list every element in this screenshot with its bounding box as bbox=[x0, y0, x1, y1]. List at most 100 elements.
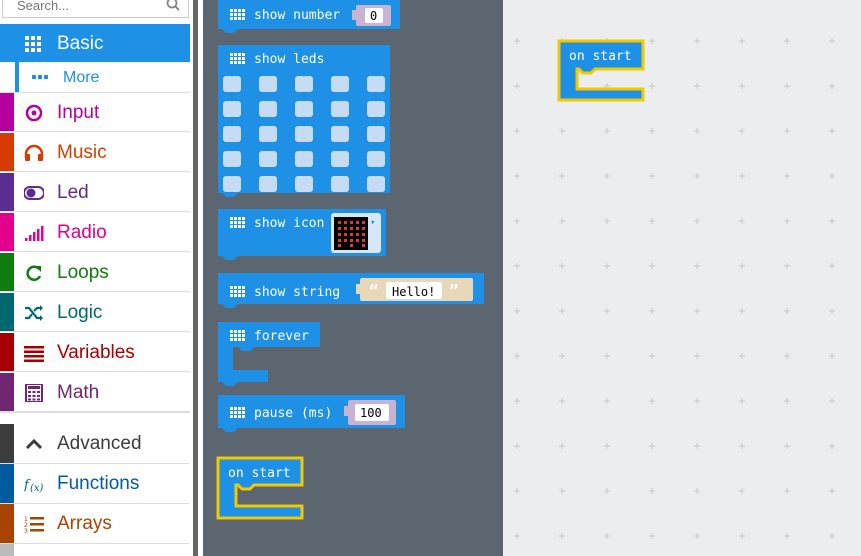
category-variables[interactable]: Variables bbox=[0, 333, 190, 372]
led-cell[interactable] bbox=[295, 101, 313, 117]
category-label: Input bbox=[57, 102, 100, 123]
led-cell[interactable] bbox=[295, 76, 313, 92]
category-label: Music bbox=[57, 142, 107, 163]
number-value[interactable]: 0 bbox=[370, 9, 377, 23]
show-leds-block[interactable]: show leds bbox=[218, 45, 390, 197]
category-radio[interactable]: Radio bbox=[0, 213, 190, 252]
led-cell[interactable] bbox=[295, 176, 313, 192]
category-math[interactable]: Math bbox=[0, 373, 190, 412]
on-start-block[interactable]: on start bbox=[557, 39, 645, 102]
category-input[interactable]: Input bbox=[0, 93, 190, 132]
led-cell[interactable] bbox=[367, 76, 385, 92]
led-cell[interactable] bbox=[259, 101, 277, 117]
ellipsis-icon bbox=[32, 75, 48, 79]
category-label: Radio bbox=[57, 222, 107, 243]
grid-icon bbox=[25, 36, 41, 52]
shuffle-icon bbox=[25, 305, 43, 321]
category-logic[interactable]: Logic bbox=[0, 293, 190, 332]
led-cell[interactable] bbox=[331, 101, 349, 117]
led-cell[interactable] bbox=[259, 126, 277, 142]
refresh-icon bbox=[26, 265, 42, 281]
calculator-icon bbox=[25, 384, 43, 402]
category-label: Led bbox=[57, 182, 89, 203]
category-label: Logic bbox=[57, 302, 103, 323]
category-label: Basic bbox=[57, 33, 104, 54]
show-number-block[interactable]: show number 0 bbox=[218, 0, 400, 33]
category-color-bar bbox=[0, 424, 14, 463]
chevron-up-icon bbox=[25, 438, 43, 450]
led-cell[interactable] bbox=[367, 176, 385, 192]
on-start-block[interactable]: on start bbox=[216, 456, 304, 520]
led-cell[interactable] bbox=[223, 76, 241, 92]
search-box[interactable] bbox=[2, 0, 189, 18]
block-label: show icon bbox=[254, 216, 324, 231]
headphones-icon bbox=[24, 144, 44, 161]
led-cell[interactable] bbox=[223, 151, 241, 167]
category-label: Functions bbox=[57, 473, 140, 494]
category-color-bar bbox=[0, 93, 14, 131]
led-cell[interactable] bbox=[223, 176, 241, 192]
category-next[interactable] bbox=[0, 544, 190, 556]
category-arrays[interactable]: 123 Arrays bbox=[0, 504, 190, 544]
svg-text:3: 3 bbox=[24, 528, 28, 533]
led-cell[interactable] bbox=[367, 101, 385, 117]
category-label: More bbox=[63, 69, 100, 86]
toolbox: Basic More Input Music Led Radio Loops L bbox=[0, 0, 191, 556]
toolbox-scrollbar[interactable] bbox=[191, 0, 203, 556]
search-icon[interactable] bbox=[166, 0, 180, 11]
led-cell[interactable] bbox=[223, 101, 241, 117]
show-icon-block[interactable]: show icon ▾ bbox=[218, 209, 386, 260]
category-color-bar bbox=[0, 504, 14, 543]
led-cell[interactable] bbox=[259, 176, 277, 192]
forever-block[interactable]: forever bbox=[218, 322, 320, 386]
block-label: forever bbox=[254, 329, 309, 344]
numbered-list-icon: 123 bbox=[24, 516, 44, 533]
scrollbar-thumb[interactable] bbox=[193, 0, 198, 556]
open-quote-icon: “ bbox=[369, 281, 379, 300]
category-label: Loops bbox=[57, 262, 109, 283]
category-basic[interactable]: Basic bbox=[0, 24, 190, 62]
category-color-bar bbox=[0, 333, 14, 371]
block-flyout: show number 0 show leds show icon ▾ show… bbox=[203, 0, 503, 556]
toggle-icon bbox=[24, 186, 44, 200]
category-label: Math bbox=[57, 382, 100, 403]
category-color-bar bbox=[0, 213, 14, 251]
search-input[interactable] bbox=[15, 0, 159, 14]
category-color-bar bbox=[0, 544, 14, 556]
led-cell[interactable] bbox=[223, 126, 241, 142]
led-cell[interactable] bbox=[331, 151, 349, 167]
category-color-bar bbox=[15, 62, 19, 92]
workspace-grid bbox=[514, 38, 835, 539]
category-color-bar bbox=[0, 173, 14, 211]
pause-block[interactable]: pause (ms) 100 bbox=[218, 395, 405, 432]
string-value[interactable]: Hello! bbox=[392, 285, 435, 299]
category-loops[interactable]: Loops bbox=[0, 253, 190, 292]
category-label: Arrays bbox=[57, 513, 112, 534]
led-cell[interactable] bbox=[331, 126, 349, 142]
led-cell[interactable] bbox=[367, 126, 385, 142]
signal-bars-icon bbox=[25, 226, 44, 241]
category-music[interactable]: Music bbox=[0, 133, 190, 172]
workspace[interactable]: on start bbox=[503, 0, 861, 556]
chevron-down-icon[interactable]: ▾ bbox=[370, 218, 375, 228]
category-color-bar bbox=[0, 253, 14, 291]
led-cell[interactable] bbox=[295, 151, 313, 167]
number-value[interactable]: 100 bbox=[360, 406, 382, 420]
block-label: show leds bbox=[254, 52, 324, 67]
led-cell[interactable] bbox=[367, 151, 385, 167]
led-cell[interactable] bbox=[295, 126, 313, 142]
led-cell[interactable] bbox=[259, 151, 277, 167]
category-functions[interactable]: f (x) Functions bbox=[0, 464, 190, 504]
svg-text:(x): (x) bbox=[30, 483, 44, 493]
category-more[interactable]: More bbox=[0, 62, 190, 93]
category-color-bar bbox=[0, 464, 14, 503]
led-cell[interactable] bbox=[259, 76, 277, 92]
category-advanced[interactable]: Advanced bbox=[0, 424, 190, 464]
category-color-bar bbox=[0, 133, 14, 171]
list-lines-icon bbox=[24, 346, 44, 362]
category-led[interactable]: Led bbox=[0, 173, 190, 212]
show-string-block[interactable]: show string “ Hello! ” bbox=[218, 273, 484, 308]
led-cell[interactable] bbox=[331, 176, 349, 192]
block-label: on start bbox=[228, 466, 291, 481]
led-cell[interactable] bbox=[331, 76, 349, 92]
